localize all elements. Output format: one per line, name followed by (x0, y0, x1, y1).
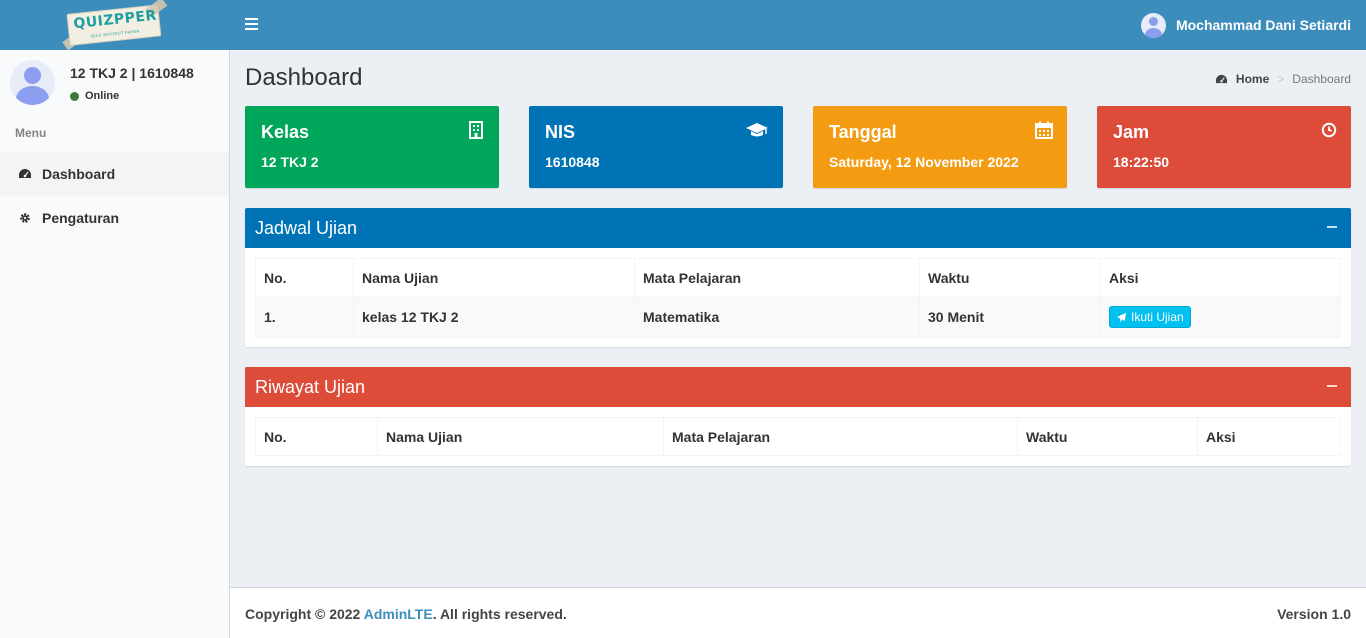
page-title: Dashboard (245, 64, 363, 91)
cell-mata-pelajaran: Matematika (634, 296, 920, 338)
dashboard-icon (1215, 74, 1227, 83)
user-status-label: Online (85, 90, 120, 102)
sidebar-item-dashboard[interactable]: Dashboard (0, 152, 229, 196)
cell-aksi: Ikuti Ujian (1100, 296, 1341, 338)
user-menu-name: Mochammad Dani Setiardi (1175, 17, 1351, 33)
gear-icon (18, 211, 32, 225)
table-header-row: No. Nama Ujian Mata Pelajaran Waktu Aksi (255, 258, 1341, 297)
info-box-value: Saturday, 12 November 2022 (829, 154, 1019, 170)
logo-area[interactable]: QUIZPPER QUIZ WITHOUT PAPER (0, 0, 230, 52)
column-header: Nama Ujian (377, 417, 664, 456)
graduation-cap-icon (746, 123, 768, 137)
column-header: Nama Ujian (353, 258, 635, 297)
box-title: Riwayat Ujian (255, 376, 366, 397)
info-box-kelas: Kelas 12 TKJ 2 (245, 106, 499, 188)
column-header: Waktu (1017, 417, 1198, 456)
column-header: Mata Pelajaran (663, 417, 1018, 456)
info-box-nis: NIS 1610848 (529, 106, 783, 188)
breadcrumb-current: Dashboard (1292, 72, 1351, 86)
copyright: Copyright © 2022 AdminLTE. All rights re… (245, 606, 567, 622)
copyright-prefix: Copyright © 2022 (245, 606, 364, 622)
cell-waktu: 30 Menit (919, 296, 1101, 338)
info-box-title: NIS (545, 122, 576, 142)
table-row: 1. kelas 12 TKJ 2 Matematika 30 Menit Ik… (255, 296, 1341, 338)
copyright-suffix: . All rights reserved. (432, 606, 567, 622)
jadwal-ujian-header: Jadwal Ujian (245, 208, 1351, 248)
info-box-title: Tanggal (829, 122, 897, 142)
column-header: No. (255, 258, 354, 297)
jadwal-ujian-box: Jadwal Ujian No. Nama Ujian Mata Pelajar… (245, 208, 1351, 347)
info-box-value: 12 TKJ 2 (261, 154, 319, 170)
info-box-value: 1610848 (545, 154, 600, 170)
sidebar-item-pengaturan[interactable]: Pengaturan (0, 196, 229, 240)
table-header-row: No. Nama Ujian Mata Pelajaran Waktu Aksi (255, 417, 1341, 456)
collapse-minus-icon[interactable] (1327, 226, 1337, 228)
column-header: Aksi (1197, 417, 1341, 456)
user-panel-title: 12 TKJ 2 | 1610848 (70, 65, 194, 81)
ikuti-ujian-button[interactable]: Ikuti Ujian (1109, 306, 1191, 328)
sidebar-item-label: Pengaturan (42, 210, 120, 226)
info-box-title: Jam (1113, 122, 1150, 142)
collapse-minus-icon[interactable] (1327, 385, 1337, 387)
user-panel-avatar-icon (10, 60, 55, 105)
footer: Copyright © 2022 AdminLTE. All rights re… (230, 587, 1366, 638)
user-menu[interactable]: Mochammad Dani Setiardi (1140, 12, 1351, 38)
ikuti-ujian-label: Ikuti Ujian (1131, 310, 1184, 324)
cell-no: 1. (255, 296, 354, 338)
column-header: No. (255, 417, 378, 456)
clock-icon (1321, 122, 1337, 138)
cell-nama-ujian: kelas 12 TKJ 2 (353, 296, 635, 338)
breadcrumb-home[interactable]: Home (1215, 72, 1269, 86)
user-panel: 12 TKJ 2 | 1610848 Online (10, 60, 220, 110)
dashboard-icon (18, 167, 32, 181)
calendar-icon (1035, 121, 1053, 139)
column-header: Mata Pelajaran (634, 258, 920, 297)
menu-header: Menu (15, 126, 47, 140)
user-status: Online (70, 90, 119, 102)
info-box-jam: Jam 18:22:50 (1097, 106, 1351, 188)
adminlte-link[interactable]: AdminLTE (364, 606, 433, 622)
jadwal-table: No. Nama Ujian Mata Pelajaran Waktu Aksi… (255, 258, 1341, 338)
info-box-title: Kelas (261, 122, 310, 142)
riwayat-ujian-body: No. Nama Ujian Mata Pelajaran Waktu Aksi (245, 407, 1351, 466)
info-box-value: 18:22:50 (1113, 154, 1170, 170)
paper-plane-icon (1116, 312, 1127, 322)
jadwal-ujian-body: No. Nama Ujian Mata Pelajaran Waktu Aksi… (245, 248, 1351, 348)
version-label: Version 1.0 (1277, 606, 1351, 622)
column-header: Waktu (919, 258, 1101, 297)
user-avatar-icon (1140, 12, 1166, 38)
column-header: Aksi (1100, 258, 1341, 297)
breadcrumb-home-label: Home (1235, 72, 1270, 86)
riwayat-ujian-box: Riwayat Ujian No. Nama Ujian Mata Pelaja… (245, 367, 1351, 466)
breadcrumb-separator: > (1277, 72, 1285, 86)
hamburger-icon (245, 18, 258, 20)
building-icon (469, 121, 483, 139)
box-title: Jadwal Ujian (255, 217, 358, 238)
sidebar-toggle-button[interactable] (245, 18, 258, 30)
quizpper-logo[interactable]: QUIZPPER QUIZ WITHOUT PAPER (62, 0, 168, 52)
sidebar-item-label: Dashboard (42, 166, 116, 182)
riwayat-ujian-header: Riwayat Ujian (245, 367, 1351, 407)
info-box-tanggal: Tanggal Saturday, 12 November 2022 (813, 106, 1067, 188)
top-navbar: QUIZPPER QUIZ WITHOUT PAPER Mochammad Da… (0, 0, 1366, 52)
sidebar: 12 TKJ 2 | 1610848 Online Menu Dashboard… (0, 50, 230, 638)
breadcrumb: Home > Dashboard (1215, 72, 1351, 86)
riwayat-table: No. Nama Ujian Mata Pelajaran Waktu Aksi (255, 417, 1341, 456)
online-status-icon (70, 91, 79, 101)
